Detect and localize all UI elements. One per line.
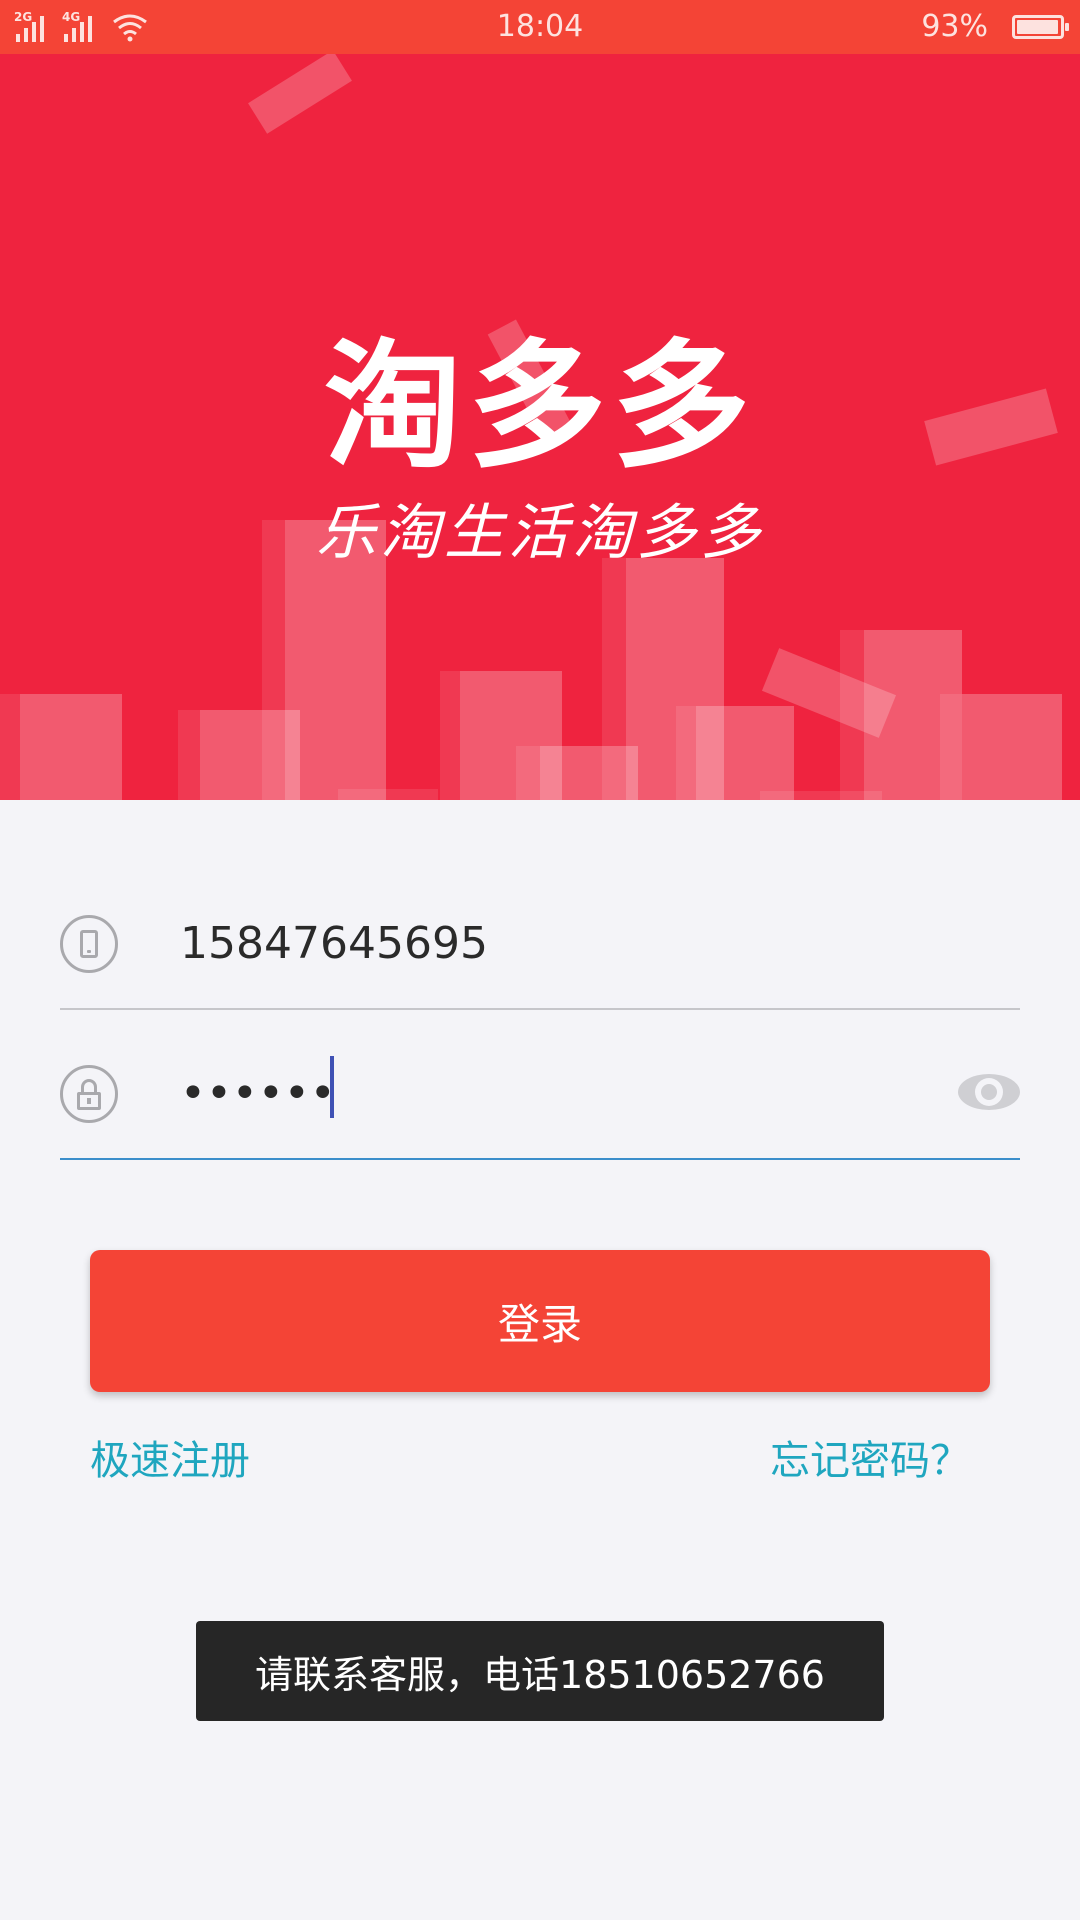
toast-message: 请联系客服，电话18510652766 <box>196 1621 884 1721</box>
phone-field[interactable]: 15847645695 <box>60 880 1020 1010</box>
phone-icon <box>60 915 118 973</box>
password-underline <box>60 1158 1020 1160</box>
text-cursor <box>330 1056 334 1118</box>
password-field[interactable]: •••••• <box>60 1030 1020 1160</box>
phone-underline <box>60 1008 1020 1010</box>
status-bar: 2G 4G 18:04 93% <box>0 0 1080 54</box>
status-time: 18:04 <box>496 9 584 44</box>
app-slogan: 乐淘生活淘多多 <box>316 498 764 568</box>
password-input[interactable]: •••••• <box>180 1068 336 1119</box>
login-button[interactable]: 登录 <box>90 1250 990 1392</box>
phone-input[interactable]: 15847645695 <box>180 918 488 969</box>
hero-banner: 淘多多 乐淘生活淘多多 <box>0 54 1080 800</box>
battery-percent: 93% <box>921 9 988 44</box>
lock-icon <box>60 1065 118 1123</box>
app-logo: 淘多多 <box>323 326 756 487</box>
register-link[interactable]: 极速注册 <box>90 1428 250 1486</box>
forgot-password-link[interactable]: 忘记密码？ <box>770 1428 970 1486</box>
eye-icon[interactable] <box>958 1072 1020 1114</box>
battery-icon <box>1012 15 1069 39</box>
